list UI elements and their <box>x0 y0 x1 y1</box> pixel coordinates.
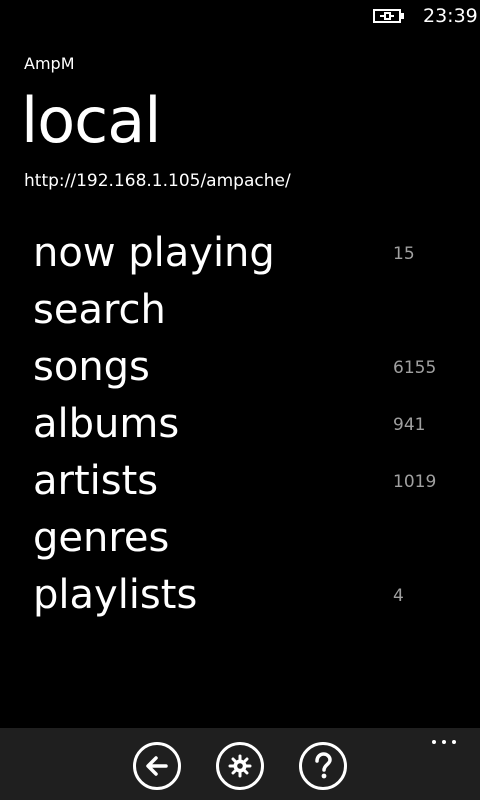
menu-item-genres[interactable]: genres <box>0 511 480 568</box>
menu-item-label: genres <box>33 515 170 561</box>
more-icon <box>432 740 436 744</box>
page-title: local <box>21 84 161 157</box>
menu-list: now playing 15 search songs 6155 albums … <box>0 226 480 625</box>
menu-item-label: albums <box>33 401 180 447</box>
app-title: AmpM <box>24 54 75 73</box>
help-icon <box>315 752 332 779</box>
menu-item-label: search <box>33 287 166 333</box>
menu-item-count: 4 <box>393 586 404 606</box>
app-bar <box>0 728 480 800</box>
server-url: http://192.168.1.105/ampache/ <box>24 171 291 191</box>
menu-item-label: artists <box>33 458 159 504</box>
menu-item-now-playing[interactable]: now playing 15 <box>0 226 480 283</box>
menu-item-search[interactable]: search <box>0 283 480 340</box>
back-icon <box>146 756 168 776</box>
menu-item-label: songs <box>33 344 150 390</box>
status-time: 23:39 <box>423 5 478 27</box>
menu-item-label: playlists <box>33 572 198 618</box>
menu-item-count: 6155 <box>393 358 437 378</box>
status-bar: 23:39 <box>0 0 480 32</box>
settings-icon <box>228 754 252 778</box>
menu-item-songs[interactable]: songs 6155 <box>0 340 480 397</box>
more-button[interactable] <box>426 734 462 750</box>
settings-button[interactable] <box>216 742 264 790</box>
menu-item-count: 15 <box>393 244 415 264</box>
menu-item-count: 941 <box>393 415 426 435</box>
menu-item-albums[interactable]: albums 941 <box>0 397 480 454</box>
menu-item-count: 1019 <box>393 472 437 492</box>
help-button[interactable] <box>299 742 347 790</box>
menu-item-playlists[interactable]: playlists 4 <box>0 568 480 625</box>
battery-charging-icon <box>373 9 404 23</box>
more-icon <box>452 740 456 744</box>
menu-item-artists[interactable]: artists 1019 <box>0 454 480 511</box>
menu-item-label: now playing <box>33 230 275 276</box>
back-button[interactable] <box>133 742 181 790</box>
more-icon <box>442 740 446 744</box>
